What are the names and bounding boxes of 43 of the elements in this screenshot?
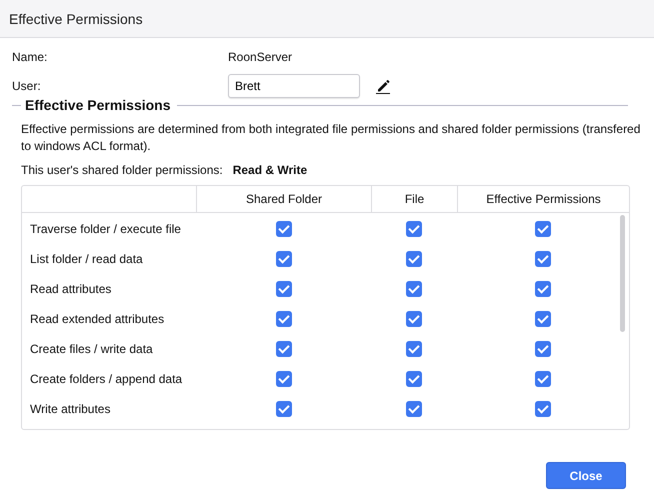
checkbox[interactable] (276, 371, 292, 387)
field-label: User: (12, 78, 42, 92)
description-text: Effective permissions are determined from both integrated file permissions and shared folder permissions (transfered to windows ACL format). (21, 121, 642, 155)
checkbox[interactable] (406, 401, 422, 417)
scrollbar[interactable] (620, 215, 625, 332)
checkbox[interactable] (535, 281, 551, 297)
column-header: Shared Folder (196, 186, 371, 212)
table-cell-text: Create files / write data (29, 341, 154, 358)
column-header: File (371, 186, 457, 212)
table-cell-text: List folder / read data (29, 251, 144, 268)
checkbox[interactable] (535, 311, 551, 327)
column-header: Effective Permissions (457, 186, 629, 212)
table-cell-text: Write attributes (29, 401, 112, 418)
checkbox[interactable] (406, 371, 422, 387)
field-label: Name: (12, 50, 48, 64)
table-cell-text: Traverse folder / execute file (29, 221, 182, 238)
checkbox[interactable] (406, 341, 422, 357)
checkbox[interactable] (535, 401, 551, 417)
checkbox[interactable] (276, 401, 292, 417)
checkbox[interactable] (276, 311, 292, 327)
table-cell-text: Read attributes (29, 281, 112, 298)
checkbox[interactable] (535, 251, 551, 267)
checkbox[interactable] (535, 371, 551, 387)
window-title: Effective Permissions (9, 10, 143, 26)
checkbox[interactable] (406, 281, 422, 297)
section-title: Effective Permissions (24, 97, 172, 113)
checkbox[interactable] (406, 221, 422, 237)
checkbox[interactable] (406, 311, 422, 327)
checkbox[interactable] (406, 251, 422, 267)
edit-pencil-icon[interactable] (375, 78, 391, 94)
summary-value: Read & Write (232, 163, 308, 177)
table-cell-text: Read extended attributes (29, 311, 166, 328)
checkbox[interactable] (276, 221, 292, 237)
user-input[interactable]: Brett (228, 74, 360, 98)
field-value: RoonServer (228, 50, 292, 64)
checkbox[interactable] (276, 251, 292, 267)
checkbox[interactable] (535, 341, 551, 357)
close-button[interactable]: Close (546, 462, 626, 489)
checkbox[interactable] (535, 221, 551, 237)
summary-label: This user's shared folder permissions: (21, 163, 223, 177)
checkbox[interactable] (276, 281, 292, 297)
checkbox[interactable] (276, 341, 292, 357)
table-cell-text: Create folders / append data (29, 371, 184, 388)
